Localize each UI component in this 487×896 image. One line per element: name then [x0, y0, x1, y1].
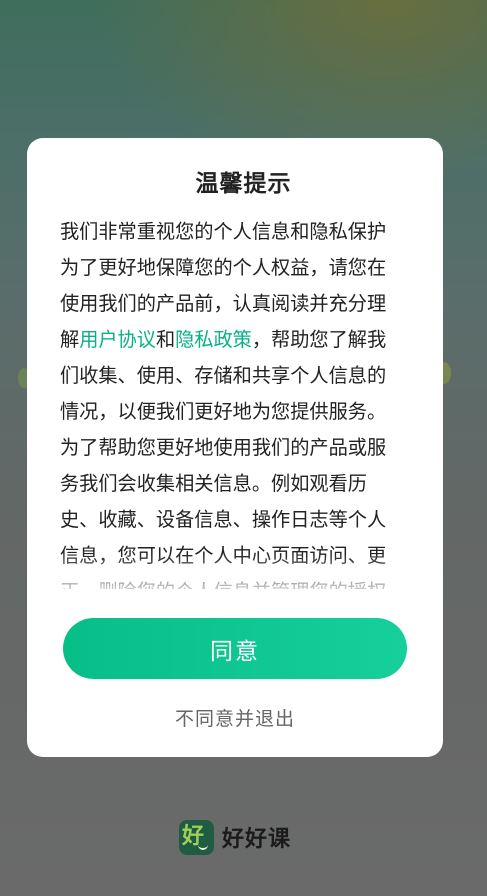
- dialog-body-scroll[interactable]: 我们非常重视您的个人信息和隐私保护为了更好地保障您的个人权益，请您在使用我们的产…: [60, 214, 404, 589]
- brand-footer: 好 好好课: [179, 819, 291, 855]
- dialog-paragraph-1: 我们非常重视您的个人信息和隐私保护为了更好地保障您的个人权益，请您在使用我们的产…: [60, 214, 404, 430]
- dialog-title: 温馨提示: [195, 171, 292, 197]
- agree-button[interactable]: 同意: [63, 618, 407, 679]
- conjunction-text: 和: [155, 328, 176, 351]
- privacy-policy-link[interactable]: 隐私政策: [175, 328, 252, 351]
- app-logo-icon: 好: [179, 819, 214, 855]
- dialog-paragraph-2: 为了帮助您更好地使用我们的产品或服务我们会收集相关信息。例如观看历史、收藏、设备…: [60, 436, 387, 589]
- user-agreement-link[interactable]: 用户协议: [79, 328, 156, 351]
- app-name: 好好课: [222, 827, 292, 852]
- app-logo-smile: [198, 842, 208, 850]
- disagree-exit-link[interactable]: 不同意并退出: [63, 704, 407, 731]
